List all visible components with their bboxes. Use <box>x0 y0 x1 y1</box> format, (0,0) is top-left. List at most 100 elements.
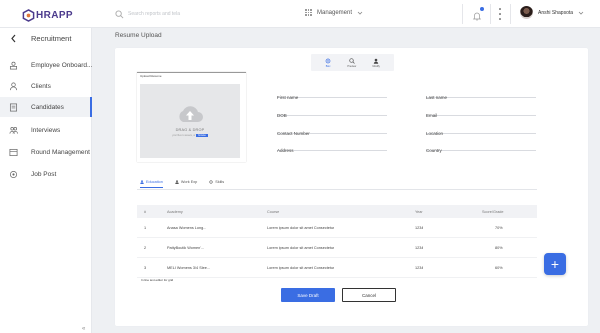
sidebar-item-interviews[interactable]: Interviews <box>0 120 92 140</box>
divider <box>510 4 511 24</box>
country-input[interactable] <box>426 148 536 153</box>
divider <box>462 4 463 24</box>
tab-preview[interactable]: Preview <box>347 57 357 68</box>
tab-label: Work Exp <box>180 180 198 184</box>
app-logo[interactable]: HRAPP <box>22 8 73 22</box>
tab-basic[interactable]: Bsic <box>325 58 331 68</box>
tab-work-exp[interactable]: Work Exp <box>175 180 197 187</box>
table-cell[interactable]: 1234 <box>415 266 423 270</box>
jobpost-icon <box>9 170 18 178</box>
table-cell[interactable]: 1234 <box>415 226 423 230</box>
candidates-icon <box>9 103 18 111</box>
dob-input[interactable] <box>277 113 387 118</box>
tab-skills[interactable]: Skills <box>209 180 224 187</box>
sidebar: Recruitment Employee Onboard... Clients … <box>0 28 92 333</box>
user-icon <box>373 58 379 64</box>
address-input[interactable] <box>277 148 387 153</box>
cancel-button[interactable]: Cancel <box>342 288 396 302</box>
table-header: # Academy Course Year Score/Grade <box>137 205 537 218</box>
chevron-down-icon <box>578 11 584 15</box>
last-name-field[interactable] <box>426 86 536 100</box>
tab-label: Skills <box>215 180 225 184</box>
avatar <box>520 6 533 19</box>
module-label: Management <box>317 9 353 16</box>
collapse-sidebar-button[interactable]: « <box>82 326 85 332</box>
bell-icon <box>472 12 482 21</box>
column-header: Year <box>415 209 423 214</box>
search-icon <box>115 9 124 18</box>
sidebar-item-job-post[interactable]: Job Post <box>0 164 92 184</box>
email-field[interactable] <box>426 104 536 118</box>
table-note: In line text editor for grid <box>141 278 174 282</box>
top-bar: HRAPP Management Anshi Shapsota <box>0 0 600 28</box>
contact-number-field[interactable] <box>277 122 387 136</box>
search-input[interactable] <box>128 11 278 17</box>
table-cell[interactable]: PattyBoutik Women'... <box>167 246 204 250</box>
sidebar-item-label: Employee Onboard... <box>31 61 93 69</box>
user-name: Anshi Shapsota <box>538 9 574 16</box>
sidebar-item-label: Interviews <box>31 126 61 134</box>
table-cell[interactable]: Lorem ipsum dolor sit amet Consectetur <box>267 226 334 230</box>
table-cell[interactable]: 60% <box>495 266 503 270</box>
tab-label: Modify <box>372 64 380 68</box>
country-field[interactable] <box>426 139 536 153</box>
module-switcher[interactable]: Management <box>305 9 363 16</box>
drop-zone[interactable]: DRAG & DROP your files to assets, or bro… <box>140 84 240 158</box>
sidebar-item-candidates[interactable]: Candidates <box>0 97 92 117</box>
tab-label: Preview <box>347 64 357 68</box>
sidebar-title: Recruitment <box>31 34 72 43</box>
table-cell[interactable]: 80% <box>495 246 503 250</box>
add-button[interactable]: + <box>544 253 566 275</box>
work-icon <box>175 180 179 184</box>
table-cell[interactable]: Anasa Womens Long... <box>167 226 206 230</box>
interviews-icon <box>9 126 18 134</box>
sidebar-item-label: Candidates <box>31 103 64 111</box>
table-cell[interactable]: 70% <box>495 226 503 230</box>
location-input[interactable] <box>426 131 536 136</box>
more-menu-button[interactable] <box>498 8 502 20</box>
table-cell[interactable]: MELI Womens 3/4 Slee... <box>167 266 210 270</box>
cloud-upload-icon <box>179 106 203 122</box>
drop-subtitle: your files to assets, or browse <box>172 134 208 137</box>
table-cell: 1 <box>144 225 147 230</box>
contact-number-input[interactable] <box>277 131 387 136</box>
table-row[interactable]: 1 Anasa Womens Long... Lorem ipsum dolor… <box>137 218 537 238</box>
sidebar-item-clients[interactable]: Clients <box>0 76 92 96</box>
table-row[interactable]: 3 MELI Womens 3/4 Slee... Lorem ipsum do… <box>137 258 537 278</box>
brand-name: HRAPP <box>36 9 74 21</box>
first-name-field[interactable] <box>277 86 387 100</box>
sidebar-item-label: Clients <box>31 82 51 90</box>
sidebar-item-employee-onboarding[interactable]: Employee Onboard... <box>0 55 92 75</box>
onboard-icon <box>9 61 18 69</box>
last-name-input[interactable] <box>426 95 536 100</box>
back-arrow-icon[interactable] <box>10 34 17 43</box>
clients-icon <box>9 82 18 90</box>
location-field[interactable] <box>426 122 536 136</box>
table-cell[interactable]: Lorem ipsum dolor sit amet Consectetur <box>267 246 334 250</box>
dob-field[interactable] <box>277 104 387 118</box>
email-input[interactable] <box>426 113 536 118</box>
table-row[interactable]: 2 PattyBoutik Women'... Lorem ipsum dolo… <box>137 238 537 258</box>
search-bar[interactable] <box>115 8 295 20</box>
column-header: # <box>144 209 147 214</box>
address-field[interactable] <box>277 139 387 153</box>
notification-dot <box>480 7 484 11</box>
logo-hex-icon <box>22 8 35 22</box>
browse-link[interactable]: browse <box>196 134 208 137</box>
table-cell[interactable]: 1234 <box>415 246 423 250</box>
resume-upload-panel: Upload Resume DRAG & DROP your files to … <box>137 72 246 162</box>
column-header: Course <box>267 209 280 214</box>
table-cell[interactable]: Lorem ipsum dolor sit amet Consectetur <box>267 266 334 270</box>
tab-modify[interactable]: Modify <box>372 58 380 68</box>
education-icon <box>140 180 144 184</box>
tab-education[interactable]: Education <box>140 180 163 188</box>
divider <box>137 72 246 73</box>
user-menu[interactable]: Anshi Shapsota <box>520 6 584 19</box>
notification-button[interactable] <box>472 7 484 21</box>
resume-heading: Upload Resume <box>140 74 162 78</box>
save-draft-button[interactable]: Save Draft <box>281 288 335 302</box>
resume-upload-card: Bsic Preview Modify Upload Resume DRAG &… <box>115 48 588 326</box>
first-name-input[interactable] <box>277 95 387 100</box>
sidebar-item-round-management[interactable]: Round Management <box>0 142 92 162</box>
table-cell: 3 <box>144 265 147 270</box>
